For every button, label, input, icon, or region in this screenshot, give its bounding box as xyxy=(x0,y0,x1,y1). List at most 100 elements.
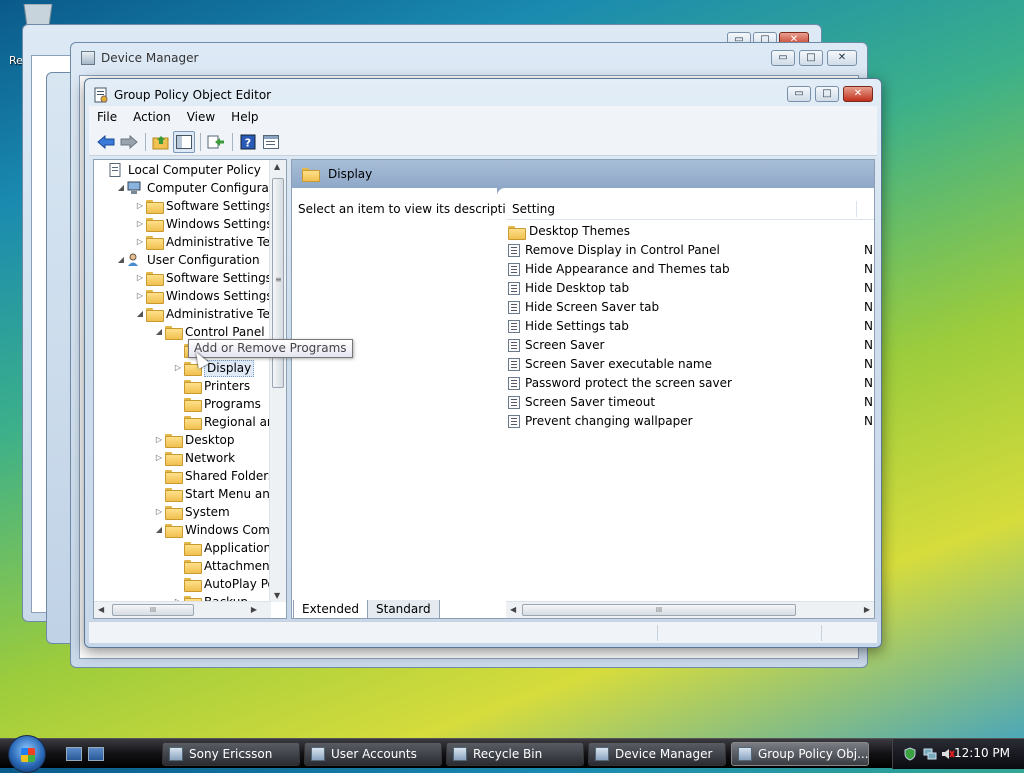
tree-item[interactable]: Local Computer Policy xyxy=(96,161,261,179)
back-button[interactable] xyxy=(95,131,117,153)
tree-item[interactable]: ▷ Software Settings xyxy=(134,197,272,215)
tree-item[interactable]: ◢ Computer Configuration xyxy=(115,179,287,197)
collapse-arrow-icon[interactable]: ◢ xyxy=(115,179,127,197)
show-desktop-icon[interactable] xyxy=(66,747,82,761)
tree-item[interactable]: ◢ Administrative Templ xyxy=(134,305,286,323)
security-shield-icon[interactable] xyxy=(903,747,917,761)
tree-vertical-scrollbar[interactable]: ▲ ≡ ▼ xyxy=(269,160,286,602)
details-horizontal-thumb[interactable]: III xyxy=(522,604,796,616)
expand-arrow-icon[interactable]: ▷ xyxy=(172,359,184,377)
tree-pane[interactable]: Local Computer Policy ◢ Computer Configura… xyxy=(93,159,287,619)
policy-setting-icon xyxy=(508,320,520,333)
setting-row[interactable]: Hide Settings tab xyxy=(508,317,629,336)
expand-arrow-icon[interactable]: ▷ xyxy=(153,449,165,467)
forward-button[interactable] xyxy=(118,131,140,153)
setting-row[interactable]: Prevent changing wallpaper xyxy=(508,412,693,431)
computer-icon xyxy=(127,181,141,194)
tree-item[interactable]: Programs xyxy=(172,395,261,413)
tree-item-label: Computer Configuration xyxy=(147,181,287,195)
recycle-bin-desktop-label[interactable]: Re xyxy=(9,54,23,67)
collapse-arrow-icon[interactable]: ◢ xyxy=(153,323,165,341)
scroll-up-arrow-icon[interactable]: ▲ xyxy=(274,162,280,171)
properties-button[interactable] xyxy=(260,131,282,153)
scroll-right-arrow-icon[interactable]: ▶ xyxy=(251,605,257,614)
volume-muted-icon[interactable] xyxy=(941,747,955,761)
setting-row[interactable]: Hide Screen Saver tab xyxy=(508,298,659,317)
taskbar-button[interactable]: Group Policy Obj... xyxy=(731,742,869,766)
setting-row[interactable]: Hide Desktop tab xyxy=(508,279,629,298)
tree-item[interactable]: ◢ User Configuration xyxy=(115,251,260,269)
setting-row[interactable]: Screen Saver xyxy=(508,336,604,355)
setting-column-header[interactable]: Setting xyxy=(506,198,874,220)
tree-item[interactable]: ◢ Windows Compor xyxy=(153,521,286,539)
expand-arrow-icon[interactable]: ▷ xyxy=(134,269,146,287)
switch-windows-icon[interactable] xyxy=(88,747,104,761)
setting-state: N xyxy=(864,262,873,276)
start-button[interactable] xyxy=(8,735,46,773)
tree-item-label: User Configuration xyxy=(147,253,260,267)
expand-arrow-icon[interactable]: ▷ xyxy=(134,287,146,305)
tree-horizontal-thumb[interactable]: III xyxy=(112,604,194,616)
minimize-button[interactable]: ▭ xyxy=(787,86,811,102)
dm-minimize-button[interactable]: ▭ xyxy=(771,50,795,66)
collapse-arrow-icon[interactable]: ◢ xyxy=(134,305,146,323)
recycle-bin-desktop-icon[interactable] xyxy=(20,3,56,27)
tree-item[interactable]: Shared Folders xyxy=(153,467,274,485)
expand-arrow-icon[interactable]: ▷ xyxy=(134,233,146,251)
export-list-button[interactable] xyxy=(205,131,227,153)
setting-row[interactable]: Desktop Themes xyxy=(508,222,630,241)
clock[interactable]: 12:10 PM xyxy=(954,746,1010,760)
up-one-level-button[interactable] xyxy=(150,131,172,153)
taskbar-button[interactable]: Sony Ericsson xyxy=(162,742,300,766)
tab-standard[interactable]: Standard xyxy=(367,600,440,619)
expand-arrow-icon[interactable]: ▷ xyxy=(134,197,146,215)
tree-item[interactable]: ▷ Desktop xyxy=(153,431,235,449)
dm-close-button[interactable]: ✕ xyxy=(827,50,857,66)
scroll-left-arrow-icon[interactable]: ◀ xyxy=(510,605,516,614)
network-icon[interactable] xyxy=(923,747,937,761)
help-button[interactable]: ? xyxy=(237,131,259,153)
tree-item[interactable]: ▷ Windows Settings xyxy=(134,215,273,233)
menu-file[interactable]: File xyxy=(89,110,125,124)
details-pane[interactable]: Display Select an item to view its descr… xyxy=(291,159,875,619)
policy-setting-icon xyxy=(508,396,520,409)
setting-row[interactable]: Remove Display in Control Panel xyxy=(508,241,720,260)
menu-action[interactable]: Action xyxy=(125,110,179,124)
collapse-arrow-icon[interactable]: ◢ xyxy=(115,251,127,269)
maximize-button[interactable]: □ xyxy=(815,86,839,102)
scroll-left-arrow-icon[interactable]: ◀ xyxy=(98,605,104,614)
tree-item[interactable]: Printers xyxy=(172,377,250,395)
scroll-down-arrow-icon[interactable]: ▼ xyxy=(274,591,280,600)
collapse-arrow-icon[interactable]: ◢ xyxy=(153,521,165,539)
show-hide-tree-button[interactable] xyxy=(173,130,195,153)
close-button[interactable]: ✕ xyxy=(843,86,873,102)
setting-row[interactable]: Hide Appearance and Themes tab xyxy=(508,260,730,279)
setting-row[interactable]: Screen Saver executable name xyxy=(508,355,712,374)
expand-arrow-icon[interactable]: ▷ xyxy=(153,503,165,521)
tree-item[interactable]: ▷ Software Settings xyxy=(134,269,272,287)
tree-item[interactable]: ▷ Administrative Templ xyxy=(134,233,286,251)
taskbar-button[interactable]: Device Manager xyxy=(588,742,726,766)
tree-item[interactable]: ▷ Windows Settings xyxy=(134,287,273,305)
details-horizontal-scrollbar[interactable]: ◀ III ▶ xyxy=(506,601,874,618)
title-bar[interactable]: Group Policy Object Editor xyxy=(93,85,781,105)
setting-row[interactable]: Password protect the screen saver xyxy=(508,374,732,393)
expand-arrow-icon[interactable]: ▷ xyxy=(153,431,165,449)
setting-row[interactable]: Screen Saver timeout xyxy=(508,393,655,412)
tab-extended[interactable]: Extended xyxy=(293,600,368,619)
tree-item[interactable]: ▷ Display xyxy=(172,359,255,377)
tree-item[interactable]: Start Menu and Ta xyxy=(153,485,286,503)
menu-help[interactable]: Help xyxy=(223,110,266,124)
folder-icon xyxy=(165,506,183,520)
dm-maximize-button[interactable]: □ xyxy=(799,50,823,66)
expand-arrow-icon[interactable]: ▷ xyxy=(134,215,146,233)
scroll-right-arrow-icon[interactable]: ▶ xyxy=(864,605,870,614)
menu-view[interactable]: View xyxy=(179,110,223,124)
tree-horizontal-scrollbar[interactable]: ◀ III ▶ xyxy=(94,601,271,618)
tree-item[interactable]: ▷ System xyxy=(153,503,230,521)
taskbar-button[interactable]: Recycle Bin xyxy=(446,742,584,766)
back-arrow-icon xyxy=(97,134,115,149)
taskbar-button[interactable]: User Accounts xyxy=(304,742,442,766)
setting-state: N xyxy=(864,319,873,333)
tree-item[interactable]: ▷ Network xyxy=(153,449,235,467)
